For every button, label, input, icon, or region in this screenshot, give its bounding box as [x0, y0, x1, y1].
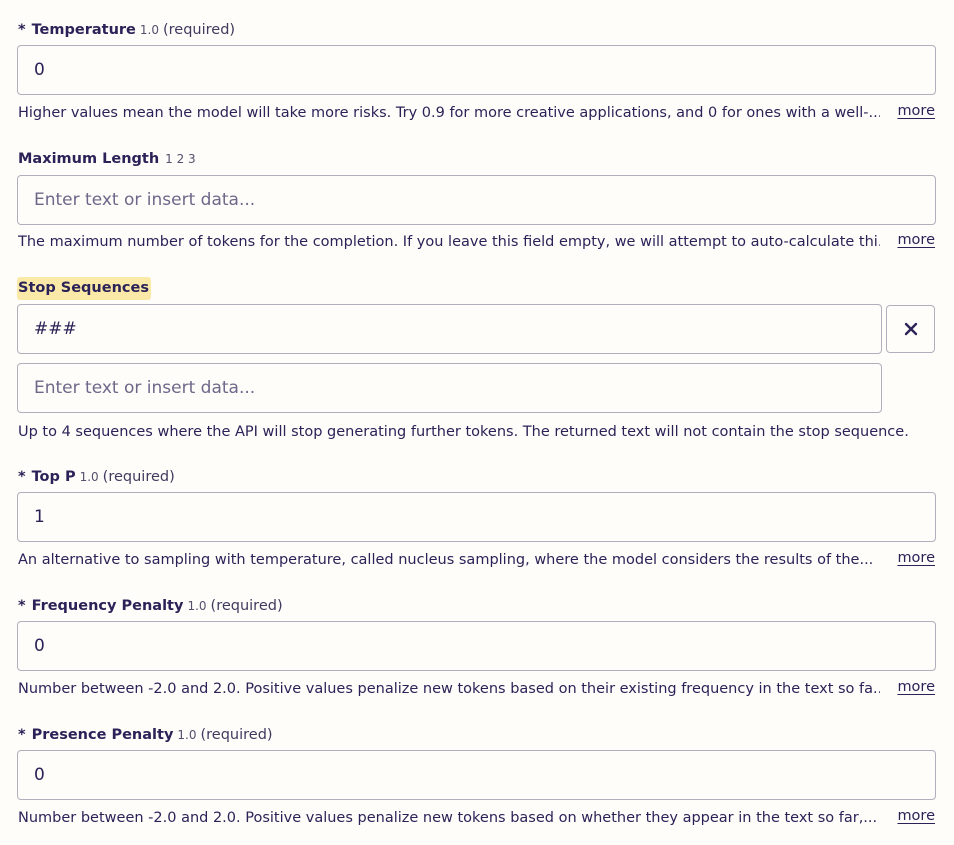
max-length-help-text: The maximum number of tokens for the com… — [18, 234, 880, 250]
version-badge: 1.0 — [79, 470, 99, 484]
required-mark: * — [18, 727, 26, 743]
stop-sequences-help-text: Up to 4 sequences where the API will sto… — [18, 424, 909, 440]
max-length-input[interactable]: Enter text or insert data... — [17, 175, 936, 225]
frequency-penalty-more-link[interactable]: more — [897, 677, 935, 697]
required-text: (required) — [210, 598, 283, 614]
frequency-penalty-label: * Frequency Penalty 1.0 (required) — [18, 596, 283, 616]
remove-stop-sequence-button[interactable] — [886, 305, 935, 353]
stop-sequence-input-2[interactable]: Enter text or insert data... — [17, 363, 882, 413]
required-text: (required) — [200, 727, 273, 743]
version-badge: 1.0 — [139, 23, 159, 37]
version-badge: 1 2 3 — [165, 152, 196, 166]
frequency-penalty-help-text: Number between -2.0 and 2.0. Positive va… — [18, 681, 880, 697]
temperature-label: * Temperature 1.0 (required) — [18, 20, 235, 40]
presence-penalty-more-link[interactable]: more — [897, 806, 935, 826]
top-p-input[interactable]: 1 — [17, 492, 936, 542]
top-p-label-text: Top P — [31, 469, 76, 485]
stop-sequences-label-text: Stop Sequences — [17, 277, 151, 300]
temperature-help-text: Higher values mean the model will take m… — [18, 105, 880, 121]
temperature-more-link[interactable]: more — [897, 101, 935, 121]
temperature-label-text: Temperature — [31, 22, 136, 38]
required-mark: * — [18, 22, 26, 38]
required-mark: * — [18, 469, 26, 485]
presence-penalty-label-text: Presence Penalty — [31, 727, 174, 743]
required-mark: * — [18, 598, 26, 614]
required-text: (required) — [102, 469, 175, 485]
frequency-penalty-label-text: Frequency Penalty — [31, 598, 184, 614]
frequency-penalty-input[interactable]: 0 — [17, 621, 936, 671]
top-p-help-text: An alternative to sampling with temperat… — [18, 552, 874, 568]
stop-sequence-input-1[interactable]: ### — [17, 304, 882, 354]
top-p-more-link[interactable]: more — [897, 548, 935, 568]
stop-sequences-label: Stop Sequences — [17, 277, 151, 300]
max-length-more-link[interactable]: more — [897, 230, 935, 250]
close-icon — [904, 322, 917, 336]
required-text: (required) — [162, 22, 236, 38]
max-length-label-text: Maximum Length — [18, 151, 160, 167]
version-badge: 1.0 — [187, 599, 207, 613]
presence-penalty-input[interactable]: 0 — [17, 750, 936, 800]
presence-penalty-label: * Presence Penalty 1.0 (required) — [18, 725, 273, 745]
version-badge: 1.0 — [177, 728, 197, 742]
presence-penalty-help-text: Number between -2.0 and 2.0. Positive va… — [18, 810, 878, 826]
temperature-input[interactable]: 0 — [17, 45, 936, 95]
top-p-label: * Top P 1.0 (required) — [18, 467, 175, 487]
max-length-label: Maximum Length 1 2 3 — [18, 149, 196, 169]
